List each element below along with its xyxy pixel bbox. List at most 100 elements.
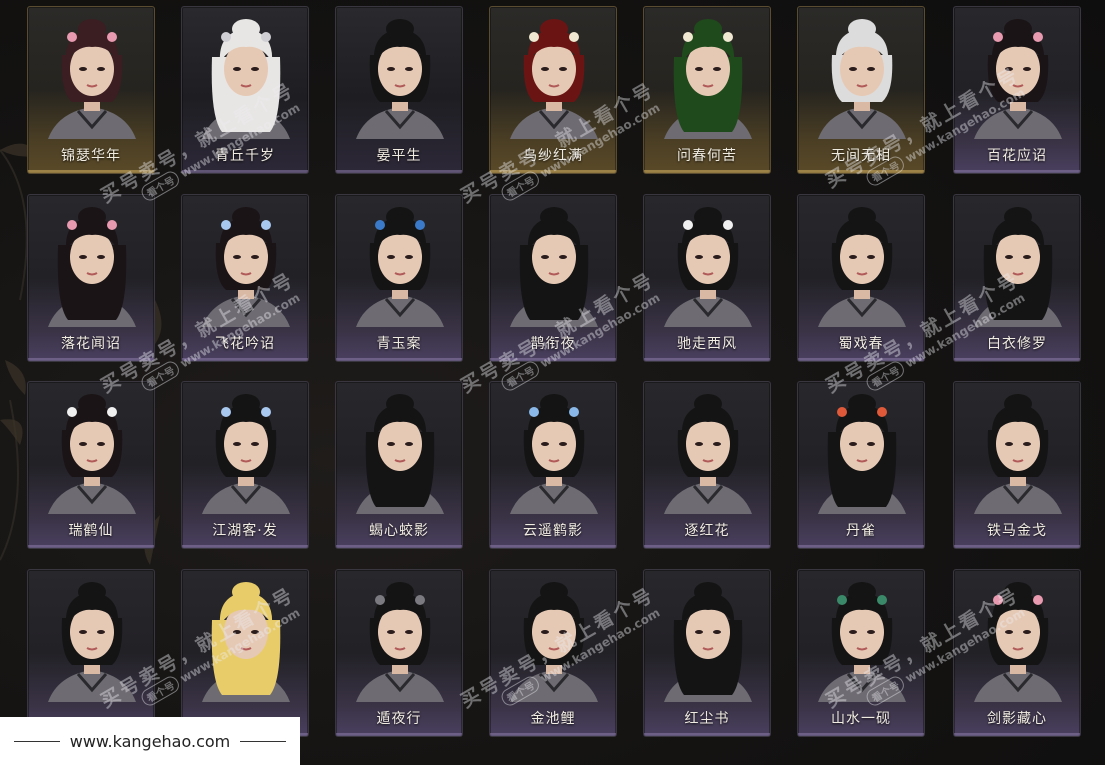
portrait-image <box>202 207 290 327</box>
card-bottom-accent <box>644 170 770 173</box>
portrait-image <box>818 19 906 139</box>
portrait-image <box>356 207 444 327</box>
portrait-image <box>974 394 1062 514</box>
portrait-image <box>510 582 598 702</box>
hairstyle-name: 无间无相 <box>831 148 891 164</box>
footer-dash-right <box>240 740 287 742</box>
portrait-image <box>48 207 136 327</box>
portrait-image <box>48 582 136 702</box>
hairstyle-card[interactable]: 驰走西风 <box>643 194 771 362</box>
hairstyle-name: 金池鲤 <box>530 711 576 727</box>
hairstyle-card[interactable]: 蜀戏春 <box>797 194 925 362</box>
card-bottom-accent <box>954 170 1080 173</box>
card-bottom-accent <box>182 545 308 548</box>
hairstyle-name: 遁夜行 <box>376 711 422 727</box>
portrait-image <box>202 582 290 702</box>
card-bottom-accent <box>490 358 616 361</box>
hairstyle-name: 飞花吟诏 <box>215 336 275 352</box>
hairstyle-name: 问春何苦 <box>677 148 737 164</box>
card-bottom-accent <box>954 733 1080 736</box>
hairstyle-name: 山水一砚 <box>831 711 891 727</box>
hairstyle-card[interactable]: 红尘书 <box>643 569 771 737</box>
portrait-image <box>664 394 752 514</box>
portrait-image <box>818 207 906 327</box>
hairstyle-card[interactable]: 山水一砚 <box>797 569 925 737</box>
card-bottom-accent <box>182 170 308 173</box>
hairstyle-card[interactable]: 鹊衔夜 <box>489 194 617 362</box>
hairstyle-name: 锦瑟华年 <box>61 148 121 164</box>
hairstyle-card[interactable]: 逐红花 <box>643 381 771 549</box>
portrait-image <box>202 19 290 139</box>
footer-dash-left <box>13 740 60 742</box>
hairstyle-card[interactable]: … <box>27 569 155 737</box>
hairstyle-card[interactable]: 乌纱红满 <box>489 6 617 174</box>
card-bottom-accent <box>336 358 462 361</box>
hairstyle-name: 白衣修罗 <box>987 336 1047 352</box>
card-bottom-accent <box>28 545 154 548</box>
card-bottom-accent <box>798 170 924 173</box>
card-bottom-accent <box>954 358 1080 361</box>
card-bottom-accent <box>490 170 616 173</box>
portrait-image <box>356 582 444 702</box>
hairstyle-card[interactable]: 蝎心蛟影 <box>335 381 463 549</box>
hairstyle-card[interactable]: 瑞鹤仙 <box>27 381 155 549</box>
hairstyle-card[interactable]: 百花应诏 <box>953 6 1081 174</box>
hairstyle-name: 云遥鹤影 <box>523 523 583 539</box>
hairstyle-card[interactable]: 云遥鹤影 <box>489 381 617 549</box>
hairstyle-name: 鹊衔夜 <box>530 336 576 352</box>
card-bottom-accent <box>336 733 462 736</box>
hairstyle-card[interactable]: 剑影藏心 <box>953 569 1081 737</box>
footer-url[interactable]: www.kangehao.com <box>70 732 231 751</box>
card-bottom-accent <box>644 733 770 736</box>
hairstyle-name: 驰走西风 <box>677 336 737 352</box>
portrait-image <box>664 19 752 139</box>
hairstyle-card[interactable]: 锦瑟华年 <box>27 6 155 174</box>
hairstyle-card[interactable]: … <box>181 569 309 737</box>
card-bottom-accent <box>798 733 924 736</box>
portrait-image <box>974 19 1062 139</box>
hairstyle-name: 红尘书 <box>684 711 730 727</box>
portrait-image <box>510 19 598 139</box>
hairstyle-name: 青丘千岁 <box>215 148 275 164</box>
card-bottom-accent <box>336 170 462 173</box>
portrait-image <box>202 394 290 514</box>
portrait-image <box>356 394 444 514</box>
hairstyle-card[interactable]: 金池鲤 <box>489 569 617 737</box>
hairstyle-name: 瑞鹤仙 <box>68 523 114 539</box>
portrait-image <box>48 19 136 139</box>
portrait-image <box>974 582 1062 702</box>
portrait-image <box>664 207 752 327</box>
hairstyle-card[interactable]: 飞花吟诏 <box>181 194 309 362</box>
hairstyle-card[interactable]: 江湖客·发 <box>181 381 309 549</box>
portrait-image <box>510 394 598 514</box>
hairstyle-grid: 锦瑟华年 青丘千岁 晏平生 乌纱红满 问春何苦 无间无相 百花应诏落花闻诏 飞花吟诏 青玉案 鹊衔… <box>0 0 1105 765</box>
card-bottom-accent <box>490 733 616 736</box>
card-bottom-accent <box>644 358 770 361</box>
hairstyle-name: 蝎心蛟影 <box>369 523 429 539</box>
hairstyle-name: 乌纱红满 <box>523 148 583 164</box>
card-bottom-accent <box>182 358 308 361</box>
hairstyle-card[interactable]: 落花闻诏 <box>27 194 155 362</box>
portrait-image <box>48 394 136 514</box>
card-bottom-accent <box>798 358 924 361</box>
hairstyle-card[interactable]: 晏平生 <box>335 6 463 174</box>
portrait-image <box>664 582 752 702</box>
hairstyle-name: 晏平生 <box>376 148 422 164</box>
hairstyle-card[interactable]: 铁马金戈 <box>953 381 1081 549</box>
hairstyle-card[interactable]: 遁夜行 <box>335 569 463 737</box>
portrait-image <box>818 394 906 514</box>
card-bottom-accent <box>336 545 462 548</box>
hairstyle-name: 剑影藏心 <box>987 711 1047 727</box>
hairstyle-name: 蜀戏春 <box>838 336 884 352</box>
hairstyle-card[interactable]: 无间无相 <box>797 6 925 174</box>
hairstyle-card[interactable]: 丹雀 <box>797 381 925 549</box>
site-footer-banner: www.kangehao.com <box>0 717 300 765</box>
hairstyle-card[interactable]: 问春何苦 <box>643 6 771 174</box>
hairstyle-name: 百花应诏 <box>987 148 1047 164</box>
card-bottom-accent <box>28 358 154 361</box>
hairstyle-card[interactable]: 青玉案 <box>335 194 463 362</box>
hairstyle-card[interactable]: 白衣修罗 <box>953 194 1081 362</box>
portrait-image <box>356 19 444 139</box>
card-bottom-accent <box>798 545 924 548</box>
hairstyle-card[interactable]: 青丘千岁 <box>181 6 309 174</box>
